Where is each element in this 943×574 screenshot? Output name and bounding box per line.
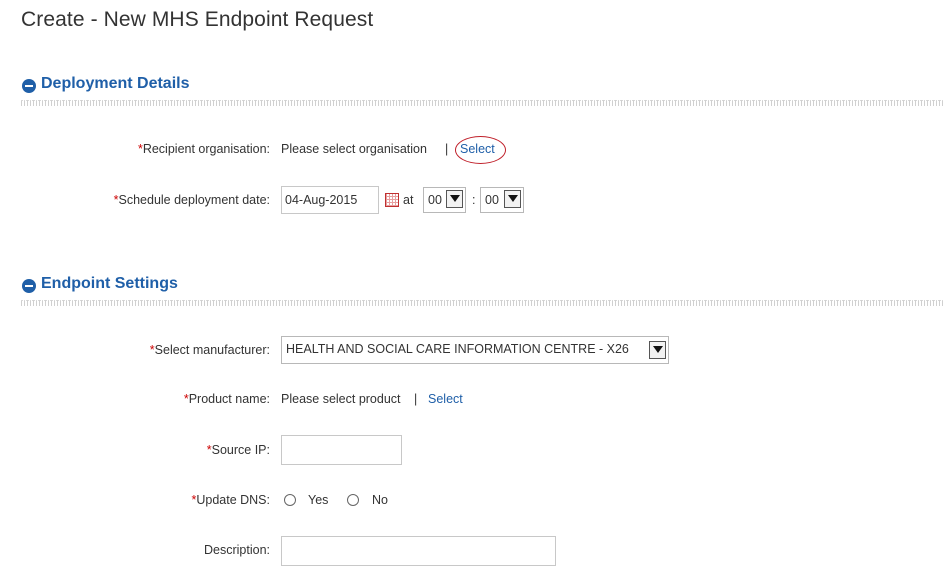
manufacturer-label-text: Select manufacturer: (154, 343, 270, 357)
product-label: *Product name: (184, 392, 270, 406)
deployment-details-header[interactable]: Deployment Details (21, 75, 221, 99)
hour-value: 00 (428, 193, 442, 207)
collapse-icon[interactable] (22, 79, 36, 93)
manufacturer-select[interactable]: HEALTH AND SOCIAL CARE INFORMATION CENTR… (281, 336, 669, 364)
minute-select[interactable]: 00 (480, 187, 524, 213)
separator: | (445, 142, 449, 156)
product-value: Please select product (281, 392, 401, 406)
schedule-label: *Schedule deployment date: (114, 193, 270, 207)
update-dns-label: *Update DNS: (191, 493, 270, 507)
source-ip-label: *Source IP: (207, 443, 270, 457)
recipient-label: *Recipient organisation: (138, 142, 270, 156)
dns-no-label[interactable]: No (372, 493, 388, 507)
page-title: Create - New MHS Endpoint Request (21, 8, 374, 31)
date-input[interactable]: 04-Aug-2015 (281, 186, 379, 214)
section-divider (21, 300, 943, 306)
endpoint-settings-header[interactable]: Endpoint Settings (21, 275, 221, 299)
separator: | (414, 392, 418, 406)
manufacturer-value: HEALTH AND SOCIAL CARE INFORMATION CENTR… (286, 342, 629, 356)
dns-no-radio[interactable] (347, 494, 359, 506)
section-title: Endpoint Settings (41, 275, 178, 292)
select-product-link[interactable]: Select (428, 392, 463, 406)
description-label-text: Description: (204, 543, 270, 557)
description-input[interactable] (281, 536, 556, 566)
dns-yes-radio[interactable] (284, 494, 296, 506)
source-ip-input[interactable] (281, 435, 402, 465)
collapse-icon[interactable] (22, 279, 36, 293)
schedule-label-text: Schedule deployment date: (118, 193, 271, 207)
calendar-icon[interactable] (385, 193, 399, 207)
recipient-value: Please select organisation (281, 142, 427, 156)
update-dns-label-text: Update DNS: (196, 493, 270, 507)
product-label-text: Product name: (188, 392, 270, 406)
section-divider (21, 100, 943, 106)
chevron-down-icon (649, 341, 666, 359)
at-label: at (403, 193, 414, 207)
select-organisation-link[interactable]: Select (460, 142, 495, 156)
chevron-down-icon (446, 190, 463, 208)
minute-value: 00 (485, 193, 499, 207)
source-ip-label-text: Source IP: (211, 443, 270, 457)
recipient-label-text: Recipient organisation: (142, 142, 270, 156)
hour-select[interactable]: 00 (423, 187, 466, 213)
dns-yes-label[interactable]: Yes (308, 493, 328, 507)
chevron-down-icon (504, 190, 521, 208)
section-title: Deployment Details (41, 75, 190, 92)
description-label: Description: (204, 543, 270, 557)
manufacturer-label: *Select manufacturer: (150, 343, 270, 357)
time-colon: : (472, 193, 476, 207)
